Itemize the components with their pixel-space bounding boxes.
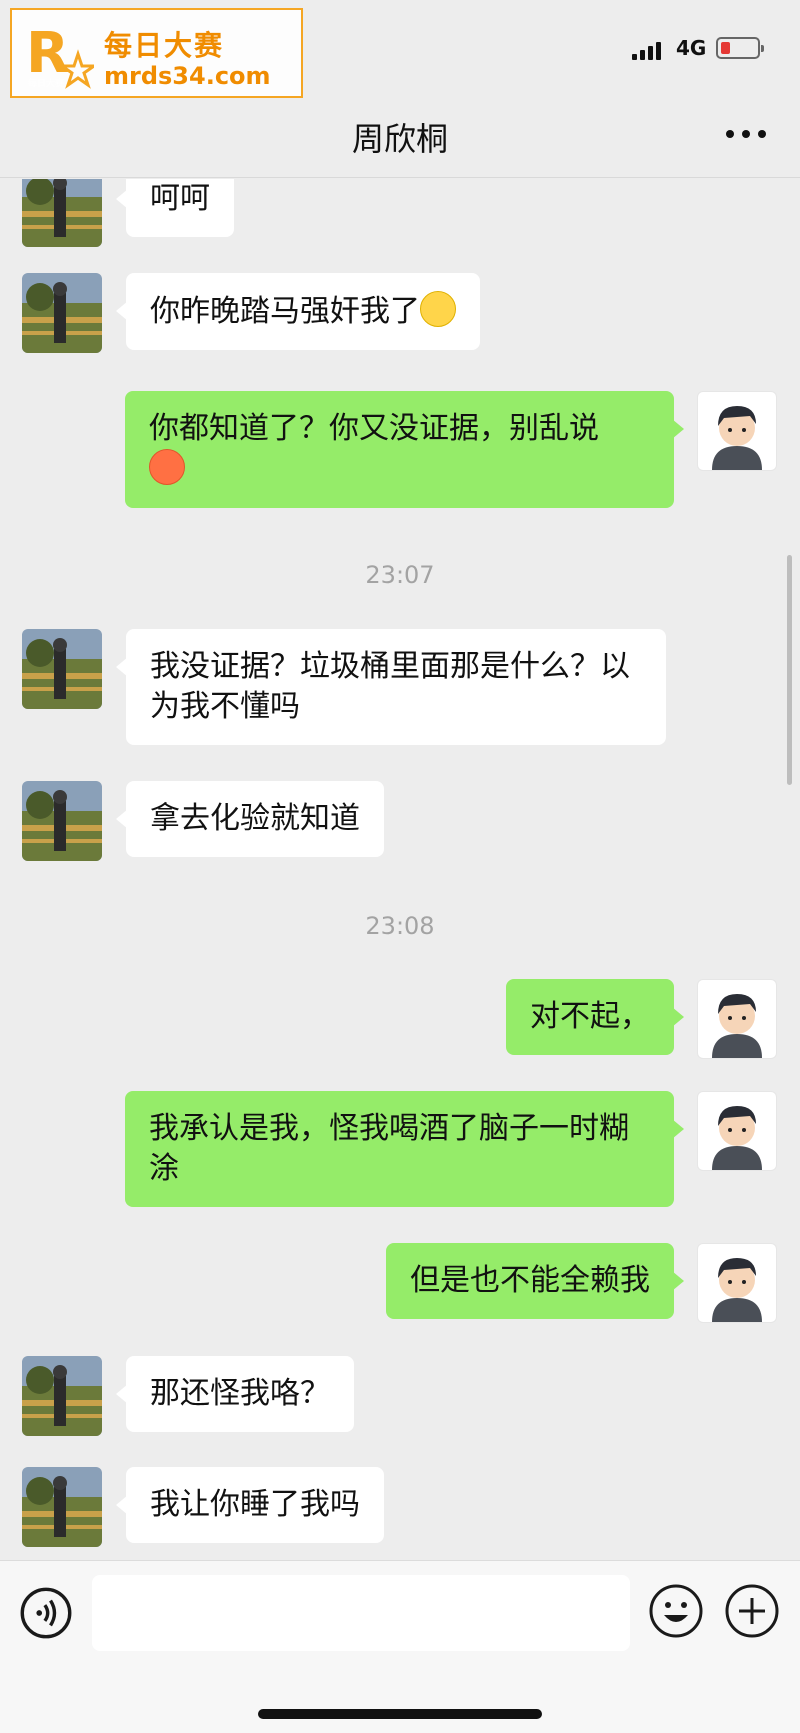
input-bar xyxy=(0,1560,800,1733)
self-avatar[interactable] xyxy=(697,979,777,1059)
message-bubble: 我没证据？垃圾桶里面那是什么？以为我不懂吗 xyxy=(116,629,666,745)
watermark-url: mrds34.com xyxy=(104,62,271,90)
contact-avatar[interactable] xyxy=(22,1356,102,1436)
battery-icon xyxy=(716,37,764,59)
contact-avatar[interactable] xyxy=(22,179,102,247)
sweat-emoji xyxy=(149,449,185,485)
message-bubble: 但是也不能全赖我 xyxy=(386,1243,684,1319)
watermark: R 每日大赛 每日大赛 mrds34.com xyxy=(10,8,303,98)
self-avatar[interactable] xyxy=(697,1091,777,1171)
more-icon[interactable] xyxy=(724,128,768,140)
message-bubble: 那还怪我咯？ xyxy=(116,1356,354,1432)
message-text: 你昨晚踏马强奸我了 xyxy=(150,294,420,329)
contact-avatar[interactable] xyxy=(22,781,102,861)
self-avatar[interactable] xyxy=(697,391,777,471)
scrollbar[interactable] xyxy=(787,555,792,785)
message-input[interactable] xyxy=(92,1575,630,1651)
svg-text:R: R xyxy=(26,21,69,86)
chat-header: 周欣桐 xyxy=(0,92,800,178)
signal-icon xyxy=(632,38,664,60)
network-label: 4G xyxy=(676,36,707,60)
watermark-logo: R 每日大赛 xyxy=(26,21,94,89)
message-bubble: 呵呵 xyxy=(116,179,234,237)
home-indicator[interactable] xyxy=(258,1709,542,1719)
chat-area: 呵呵 你昨晚踏马强奸我了 你都知道了？你又没证据，别乱说 23:07 我没证据？… xyxy=(0,179,800,1559)
timestamp: 23:08 xyxy=(365,912,435,940)
self-avatar[interactable] xyxy=(697,1243,777,1323)
message-bubble: 我让你睡了我吗 xyxy=(116,1467,384,1543)
plus-icon[interactable] xyxy=(724,1583,780,1639)
svg-text:每日大赛: 每日大赛 xyxy=(28,77,64,89)
voice-icon[interactable] xyxy=(20,1587,72,1639)
contact-avatar[interactable] xyxy=(22,273,102,353)
contact-avatar[interactable] xyxy=(22,629,102,709)
message-bubble: 拿去化验就知道 xyxy=(116,781,384,857)
contact-avatar[interactable] xyxy=(22,1467,102,1547)
emoji-icon[interactable] xyxy=(648,1583,704,1639)
watermark-name: 每日大赛 xyxy=(104,29,225,62)
contact-name: 周欣桐 xyxy=(351,120,448,158)
message-text: 你都知道了？你又没证据，别乱说 xyxy=(149,411,599,446)
message-bubble: 对不起， xyxy=(506,979,684,1055)
message-bubble: 你都知道了？你又没证据，别乱说 xyxy=(125,391,684,508)
smile-emoji xyxy=(420,291,456,327)
message-bubble: 我承认是我，怪我喝酒了脑子一时糊涂 xyxy=(125,1091,684,1207)
message-bubble: 你昨晚踏马强奸我了 xyxy=(116,273,480,350)
timestamp: 23:07 xyxy=(365,561,435,589)
